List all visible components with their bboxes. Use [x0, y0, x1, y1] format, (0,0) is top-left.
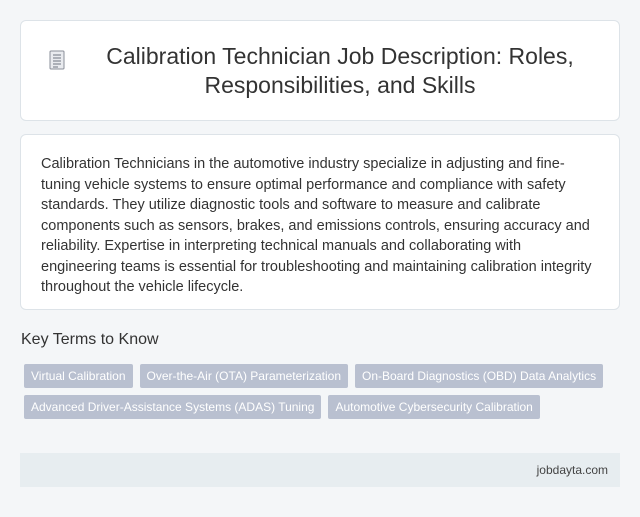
page-title: Calibration Technician Job Description: …: [106, 42, 574, 98]
term-tag-virtual-calibration[interactable]: Virtual Calibration: [24, 364, 133, 388]
title-card: Calibration Technician Job Description: …: [20, 20, 620, 121]
term-tag-cybersecurity-calibration[interactable]: Automotive Cybersecurity Calibration: [328, 395, 540, 419]
term-tag-adas-tuning[interactable]: Advanced Driver-Assistance Systems (ADAS…: [24, 395, 322, 419]
term-tag-obd-data-analytics[interactable]: On-Board Diagnostics (OBD) Data Analytic…: [355, 364, 604, 388]
key-terms-list: Virtual Calibration Over-the-Air (OTA) P…: [24, 364, 624, 419]
key-terms-heading: Key Terms to Know: [21, 331, 159, 348]
title-wrap: Calibration Technician Job Description: …: [21, 42, 619, 100]
document-icon: [49, 50, 65, 69]
term-tag-ota-parameterization[interactable]: Over-the-Air (OTA) Parameterization: [139, 364, 348, 388]
description-card: Calibration Technicians in the automotiv…: [20, 134, 620, 310]
site-name[interactable]: jobdayta.com: [537, 463, 608, 477]
footer: jobdayta.com: [20, 453, 620, 487]
job-description: Calibration Technicians in the automotiv…: [41, 156, 592, 295]
